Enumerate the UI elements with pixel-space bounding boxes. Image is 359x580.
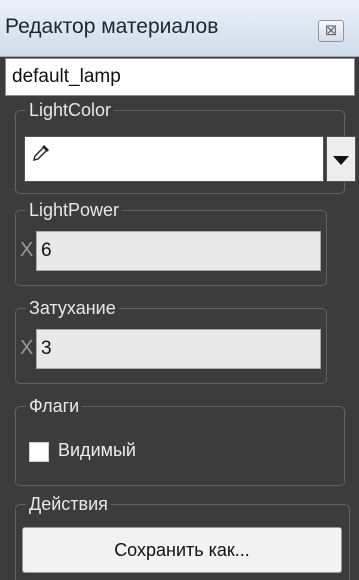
close-icon: ⊠ bbox=[324, 22, 338, 39]
save-as-button[interactable]: Сохранить как... bbox=[22, 527, 342, 573]
light-power-input[interactable]: 6 bbox=[36, 231, 321, 271]
material-name-field[interactable]: default_lamp bbox=[5, 58, 355, 96]
dropdown-arrow-icon bbox=[333, 156, 349, 165]
window-title: Редактор материалов bbox=[5, 15, 219, 38]
eyedropper-icon bbox=[33, 145, 49, 161]
flags-label: Флаги bbox=[26, 394, 83, 418]
visible-checkbox[interactable] bbox=[29, 442, 49, 462]
visible-checkbox-label[interactable]: Видимый bbox=[58, 438, 136, 462]
light-color-dropdown-button[interactable] bbox=[326, 136, 356, 182]
light-power-x-icon: X bbox=[20, 239, 34, 261]
light-color-swatch[interactable] bbox=[24, 136, 324, 182]
light-power-group: LightPower X 6 bbox=[15, 198, 327, 286]
material-editor-panel: Редактор материалов ⊠ default_lamp Light… bbox=[0, 0, 359, 580]
attenuation-x-icon: X bbox=[20, 337, 34, 359]
actions-group: Действия Сохранить как... bbox=[15, 492, 350, 580]
light-power-label: LightPower bbox=[26, 198, 123, 222]
light-color-group: LightColor bbox=[15, 98, 356, 194]
flags-group: Флаги Видимый bbox=[15, 394, 345, 486]
actions-label: Действия bbox=[26, 492, 111, 516]
attenuation-group: Затухание X 3 bbox=[15, 296, 327, 384]
close-button[interactable]: ⊠ bbox=[318, 20, 344, 42]
attenuation-input[interactable]: 3 bbox=[36, 329, 321, 369]
light-color-label: LightColor bbox=[26, 98, 115, 122]
attenuation-label: Затухание bbox=[26, 296, 119, 320]
title-bar[interactable]: Редактор материалов ⊠ bbox=[0, 0, 359, 57]
